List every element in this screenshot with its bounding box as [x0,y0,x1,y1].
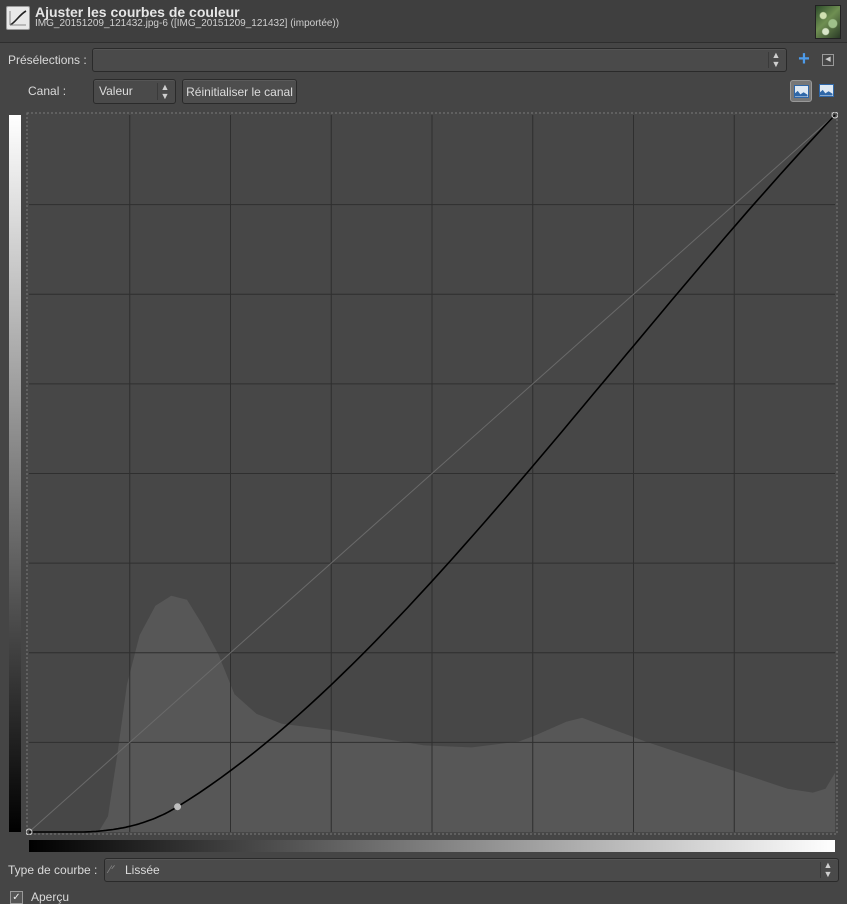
collapse-panel-icon[interactable]: ◀ [822,54,834,66]
channel-combo[interactable]: Valeur ▲ ▼ [93,79,176,104]
updown-arrow-icon: ▲ ▼ [768,51,783,69]
plus-icon[interactable]: + [796,49,812,69]
curve-type-combo[interactable]: ⁄ᐟ Lissée ▲ ▼ [104,858,839,882]
input-gradient-bar [29,840,835,852]
reset-channel-button[interactable]: Réinitialiser le canal [182,79,297,104]
linear-histogram-button[interactable] [790,80,812,102]
preview-checkbox[interactable]: ✓ [10,891,23,904]
updown-arrow-icon: ▲ ▼ [157,82,172,100]
channel-value: Valeur [99,84,133,98]
logarithmic-histogram-button[interactable] [816,80,836,100]
channel-label: Canal : [28,84,67,98]
linear-histogram-icon [793,84,809,98]
smooth-curve-icon: ⁄ᐟ [109,864,116,876]
curve-control-point[interactable] [174,803,182,811]
image-thumbnail [815,5,841,39]
curve-type-value: Lissée [125,863,160,877]
updown-arrow-icon: ▲ ▼ [820,861,835,879]
curves-tool-icon [6,6,30,30]
image-subtitle: IMG_20151209_121432.jpg-6 ([IMG_20151209… [35,18,340,29]
curve-type-label: Type de courbe : [8,863,98,877]
logarithmic-histogram-icon [818,83,834,97]
curve-graph[interactable] [26,112,838,835]
output-gradient-bar [9,115,21,832]
dialog-header: Ajuster les courbes de couleur IMG_20151… [0,0,847,43]
preview-label: Aperçu [31,890,70,904]
presets-combo[interactable]: ▲ ▼ [92,48,787,72]
presets-label: Présélections : [8,53,87,67]
